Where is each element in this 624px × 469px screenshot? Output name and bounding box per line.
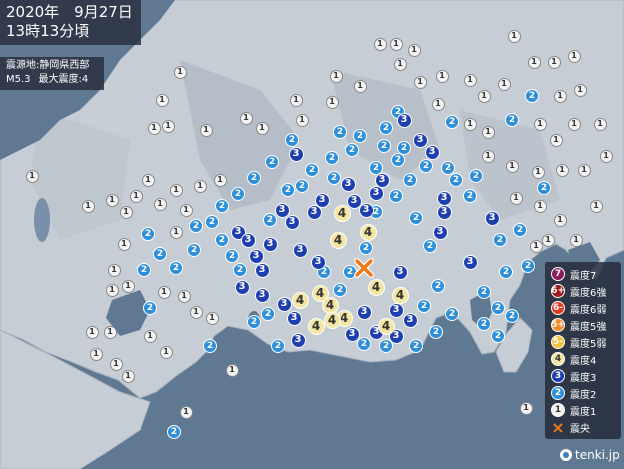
title-box: 2020年 9月27日 13時13分頃 [0, 0, 141, 45]
legend-row: × 震央 [551, 417, 590, 437]
tenki-logo-icon [560, 449, 572, 461]
legend-label: 震度5強 [570, 321, 607, 333]
legend-row: 6+ 震度6強 [551, 283, 606, 299]
epicenter-legend-icon: × [551, 417, 565, 437]
intensity-legend-marker: 6- [551, 301, 565, 315]
legend-label: 震度3 [570, 372, 597, 384]
event-date: 2020年 9月27日 [6, 3, 133, 21]
epicenter-marker [354, 258, 374, 278]
legend-label: 震度1 [570, 406, 597, 418]
legend-row: 1 震度1 [551, 402, 596, 418]
intensity-legend-marker: 1 [551, 403, 565, 417]
intensity-legend-marker: 4 [551, 352, 565, 366]
legend-label: 震央 [570, 423, 590, 435]
intensity-legend-marker: 3 [551, 369, 565, 383]
legend-label: 震度2 [570, 389, 597, 401]
intensity-legend-marker: 5+ [551, 318, 565, 332]
legend-row: 3 震度3 [551, 368, 596, 384]
legend-row: 6- 震度6弱 [551, 300, 606, 316]
legend-label: 震度7 [570, 270, 597, 282]
legend-label: 震度4 [570, 355, 597, 367]
legend-row: 7 震度7 [551, 266, 596, 282]
info-box: 震源地:静岡県西部 M5.3 最大震度:4 [0, 57, 105, 90]
intensity-legend-marker: 6+ [551, 284, 565, 298]
intensity-legend-marker: 2 [551, 386, 565, 400]
legend-label: 震度5弱 [570, 338, 607, 350]
legend-row: 5- 震度5弱 [551, 334, 606, 350]
legend-label: 震度6強 [570, 287, 607, 299]
brand-name: tenki.jp [575, 448, 620, 462]
brand-logo: tenki.jp [560, 448, 620, 462]
legend-row: 4 震度4 [551, 351, 596, 367]
intensity-legend-marker: 5- [551, 335, 565, 349]
legend-label: 震度6弱 [570, 304, 607, 316]
intensity-legend-marker: 7 [551, 267, 565, 281]
earthquake-map: 1111111111111111111111111111111111111111… [0, 0, 624, 469]
epicenter-label: 震源地:静岡県西部 [6, 60, 90, 71]
legend-row: 2 震度2 [551, 385, 596, 401]
intensity-legend: 7 震度7 6+ 震度6強 6- 震度6弱 5+ 震度5強 5- 震度5弱 4 震度4 3 震度3 2 震度2… [545, 262, 621, 439]
legend-row: 5+ 震度5強 [551, 317, 606, 333]
event-time: 13時13分頃 [6, 22, 90, 40]
magnitude-line: M5.3 最大震度:4 [6, 73, 96, 87]
max-intensity: 最大震度:4 [38, 74, 89, 85]
magnitude: M5.3 [6, 74, 31, 85]
